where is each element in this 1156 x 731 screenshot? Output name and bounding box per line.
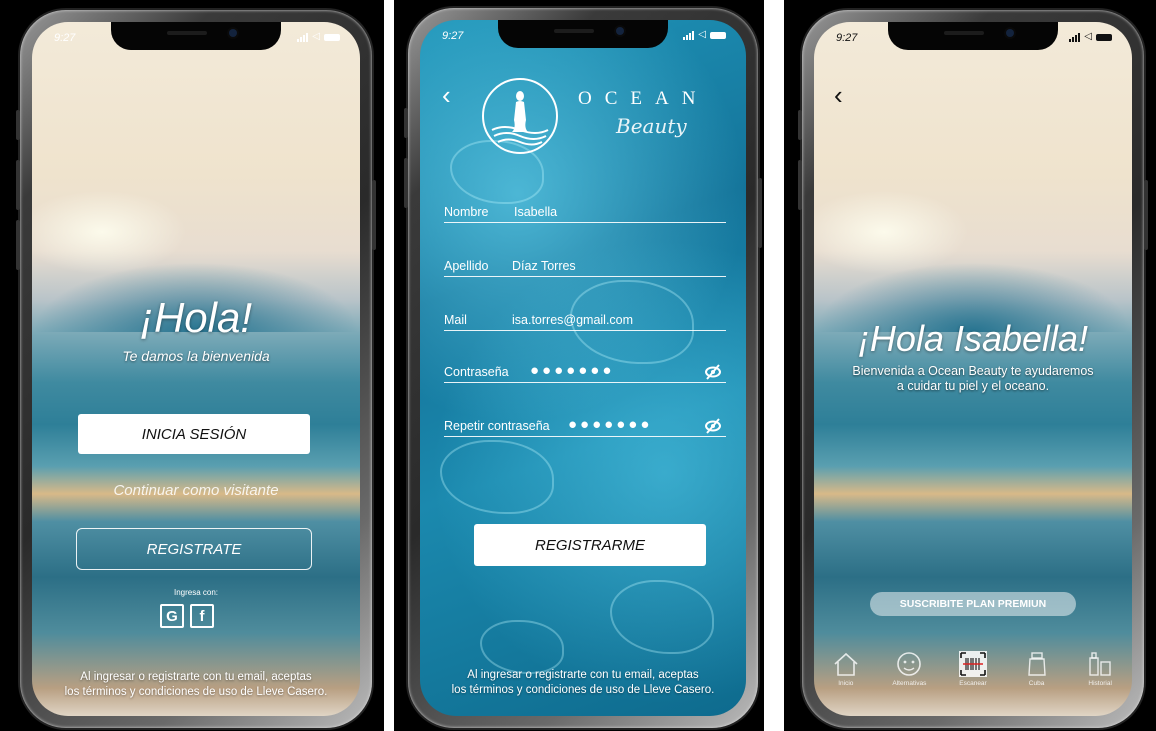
register-panel: 9:27 ◁ ‹ OCEAN Beauty Nombre Isabella Ap… xyxy=(394,0,764,731)
password-field[interactable]: Contraseña ●●●●●●● xyxy=(444,360,726,383)
signal-icon xyxy=(1069,32,1081,42)
wifi-icon: ◁ xyxy=(698,29,706,40)
login-button[interactable]: INICIA SESIÓN xyxy=(78,414,310,454)
register-submit-button[interactable]: REGISTRARME xyxy=(474,524,706,566)
terms-line: Al ingresar o registrarte con tu email, … xyxy=(467,669,699,681)
name-field[interactable]: Nombre Isabella xyxy=(444,200,726,223)
battery-icon xyxy=(324,33,340,41)
status-icons: ◁ xyxy=(297,32,340,42)
logo-icon xyxy=(482,78,558,154)
nav-item-cuba[interactable]: Cuba xyxy=(1012,650,1062,687)
message-line: Bienvenida a Ocean Beauty te ayudaremos xyxy=(852,364,1094,378)
field-value: isa.torres@gmail.com xyxy=(512,313,634,327)
lastname-field[interactable]: Apellido Díaz Torres xyxy=(444,254,726,277)
repeat-password-field[interactable]: Repetir contraseña ●●●●●●● xyxy=(444,414,726,437)
side-button xyxy=(372,180,376,250)
field-label: Contraseña xyxy=(444,365,509,379)
side-button xyxy=(16,110,20,140)
field-label: Apellido xyxy=(444,259,489,273)
side-button xyxy=(404,108,408,138)
nav-label: Escanear xyxy=(959,680,987,687)
field-value: Díaz Torres xyxy=(512,259,576,273)
side-button xyxy=(1144,180,1148,250)
email-field[interactable]: Mail isa.torres@gmail.com xyxy=(444,308,726,331)
field-value: ●●●●●●● xyxy=(568,416,653,433)
nav-label: Alternativas xyxy=(892,680,927,687)
status-bar: 9:27 ◁ xyxy=(814,32,1132,48)
eye-off-icon[interactable] xyxy=(704,417,722,435)
google-icon[interactable]: G xyxy=(160,604,184,628)
brand-beauty: Beauty xyxy=(616,114,687,138)
bottom-nav: Inicio Alternativas Escanear Cuba Histor… xyxy=(814,650,1132,687)
eye-off-icon[interactable] xyxy=(704,363,722,381)
guest-link[interactable]: Continuar como visitante xyxy=(32,482,360,499)
phone-frame: 9:27 ◁ ‹ ¡Hola Isabella! Bienvenida a Oc… xyxy=(798,10,1148,728)
phone-frame: 9:27 ◁ ‹ OCEAN Beauty Nombre Isabella Ap… xyxy=(404,8,762,728)
field-value: Isabella xyxy=(514,205,558,219)
phone-frame: 9:27 ◁ ¡Hola! Te damos la bienvenida INI… xyxy=(16,10,376,728)
welcome-message: Bienvenida a Ocean Beauty te ayudaremos … xyxy=(820,364,1126,394)
status-icons: ◁ xyxy=(683,30,726,40)
nav-label: Historial xyxy=(1088,680,1112,687)
welcome-panel: 9:27 ◁ ¡Hola! Te damos la bienvenida INI… xyxy=(0,0,384,731)
water-caustic xyxy=(440,440,554,514)
battery-icon xyxy=(710,31,726,39)
barcode-scan-icon xyxy=(958,651,987,677)
nav-item-inicio[interactable]: Inicio xyxy=(821,650,871,687)
register-button[interactable]: REGISTRATE xyxy=(76,528,312,570)
signal-icon xyxy=(297,32,309,42)
side-button xyxy=(404,158,408,208)
back-chevron-icon[interactable]: ‹ xyxy=(442,82,451,108)
social-buttons: G f xyxy=(160,604,214,628)
nav-item-historial[interactable]: Historial xyxy=(1075,650,1125,687)
water-caustic xyxy=(480,620,564,674)
nav-label: Inicio xyxy=(838,680,854,687)
facebook-icon[interactable]: f xyxy=(190,604,214,628)
status-icons: ◁ xyxy=(1069,32,1112,42)
greeting-title: ¡Hola! xyxy=(139,294,253,341)
status-time: 9:27 xyxy=(836,32,858,44)
home-icon xyxy=(834,652,858,676)
wifi-icon: ◁ xyxy=(1084,31,1092,42)
home-screen: 9:27 ◁ ‹ ¡Hola Isabella! Bienvenida a Oc… xyxy=(814,22,1132,716)
greeting-title: ¡Hola Isabella! xyxy=(857,318,1089,359)
brand-ocean: OCEAN xyxy=(578,88,709,109)
register-screen: 9:27 ◁ ‹ OCEAN Beauty Nombre Isabella Ap… xyxy=(420,20,746,716)
status-time: 9:27 xyxy=(442,30,464,42)
status-time: 9:27 xyxy=(54,32,76,44)
field-value: ●●●●●●● xyxy=(530,362,615,379)
welcome-screen: 9:27 ◁ ¡Hola! Te damos la bienvenida INI… xyxy=(32,22,360,716)
back-chevron-icon[interactable]: ‹ xyxy=(834,82,843,108)
wifi-icon: ◁ xyxy=(312,31,320,42)
face-icon xyxy=(897,652,922,676)
terms-text: Al ingresar o registrarte con tu email, … xyxy=(38,670,354,700)
terms-line: los términos y condiciones de uso de Lle… xyxy=(64,686,328,698)
nav-item-escanear[interactable]: Escanear xyxy=(948,650,998,687)
side-button xyxy=(758,178,762,248)
status-bar: 9:27 ◁ xyxy=(32,32,360,48)
greeting-subtitle: Te damos la bienvenida xyxy=(122,348,270,364)
side-button xyxy=(798,160,802,210)
status-bar: 9:27 ◁ xyxy=(420,30,746,46)
side-button xyxy=(798,110,802,140)
premium-button[interactable]: SUSCRIBITE PLAN PREMIUN xyxy=(870,592,1076,616)
side-button xyxy=(16,220,20,270)
signal-icon xyxy=(683,30,695,40)
terms-text: Al ingresar o registrarte con tu email, … xyxy=(426,668,740,698)
bottles-icon xyxy=(1089,652,1111,676)
field-label: Nombre xyxy=(444,205,489,219)
home-panel: 9:27 ◁ ‹ ¡Hola Isabella! Bienvenida a Oc… xyxy=(784,0,1156,731)
jar-icon xyxy=(1027,652,1046,676)
terms-line: los términos y condiciones de uso de Lle… xyxy=(451,684,715,696)
nav-label: Cuba xyxy=(1028,680,1045,687)
battery-icon xyxy=(1096,33,1112,41)
water-caustic xyxy=(610,580,714,654)
social-login-label: Ingresa con: xyxy=(173,588,219,597)
side-button xyxy=(16,160,20,210)
nav-item-alternativas[interactable]: Alternativas xyxy=(884,650,934,687)
field-label: Mail xyxy=(444,313,467,327)
terms-line: Al ingresar o registrarte con tu email, … xyxy=(80,671,312,683)
field-label: Repetir contraseña xyxy=(444,419,550,433)
message-line: a cuidar tu piel y el oceano. xyxy=(896,379,1050,393)
